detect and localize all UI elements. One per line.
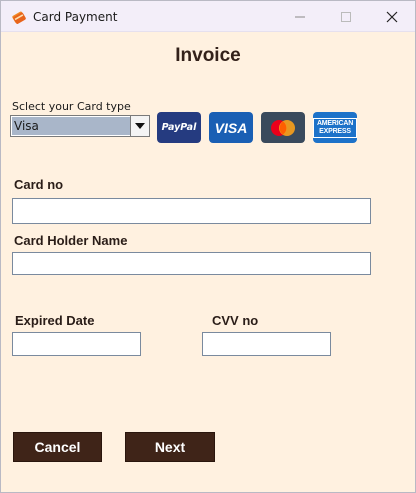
minimize-button[interactable] (277, 1, 323, 32)
close-icon (386, 11, 398, 22)
card-type-label: Sclect your Card type (12, 100, 131, 113)
card-holder-name-label: Card Holder Name (14, 233, 128, 248)
cvv-no-label: CVV no (212, 313, 259, 328)
card-payment-window: Card Payment Invoice Sclect your Card ty… (0, 0, 416, 493)
title-bar[interactable]: Card Payment (1, 1, 415, 32)
maximize-icon (341, 11, 351, 22)
dropdown-arrow-button[interactable] (130, 116, 149, 136)
next-button[interactable]: Next (125, 432, 215, 462)
cancel-button[interactable]: Cancel (13, 432, 102, 462)
amex-logo-border: AMERICAN EXPRESS (313, 117, 357, 138)
visa-logo: VISA (209, 112, 253, 143)
mastercard-circles-icon (271, 119, 295, 136)
visa-logo-text: VISA (214, 119, 248, 136)
card-type-select[interactable]: Visa (10, 115, 150, 137)
close-button[interactable] (369, 1, 415, 32)
card-no-input[interactable] (12, 198, 371, 224)
amex-logo-text: AMERICAN EXPRESS (316, 119, 354, 135)
card-no-label: Card no (14, 177, 64, 192)
paypal-logo: PayPal (157, 112, 201, 143)
amex-logo: AMERICAN EXPRESS (313, 112, 357, 143)
window-title: Card Payment (33, 10, 118, 24)
maximize-button[interactable] (323, 1, 369, 32)
expired-date-input[interactable] (12, 332, 141, 356)
card-holder-name-input[interactable] (12, 252, 371, 275)
cvv-no-input[interactable] (202, 332, 331, 356)
minimize-icon (295, 16, 305, 17)
expired-date-label: Expired Date (15, 313, 95, 328)
credit-card-icon (12, 11, 26, 24)
mastercard-logo (261, 112, 305, 143)
card-type-selected-value: Visa (12, 117, 130, 135)
chevron-down-icon (135, 123, 145, 129)
page-title: Invoice (175, 45, 241, 66)
paypal-logo-text: PayPal (161, 122, 197, 133)
